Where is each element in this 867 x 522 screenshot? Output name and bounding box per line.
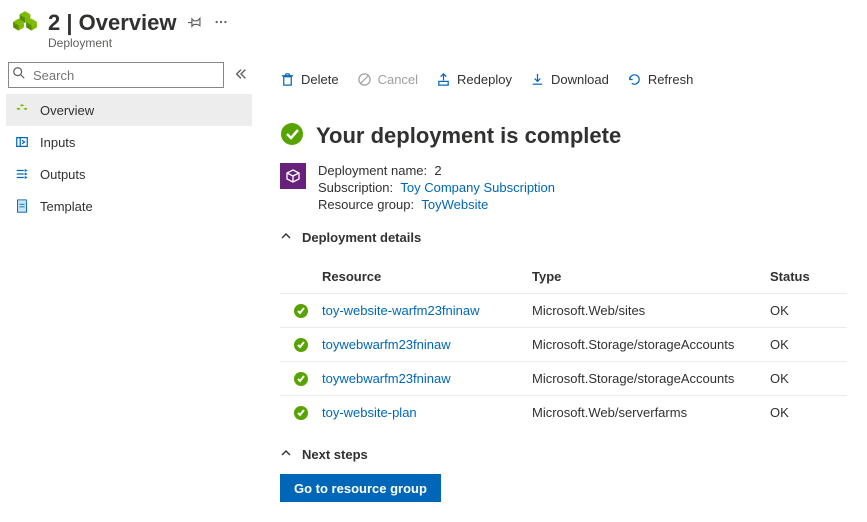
search-icon [12, 66, 26, 83]
delete-button[interactable]: Delete [280, 72, 339, 87]
cubes-icon [14, 103, 30, 117]
outputs-icon [14, 167, 30, 181]
redeploy-icon [436, 72, 451, 87]
sidebar-item-label: Outputs [40, 167, 86, 182]
toolbar: Delete Cancel Redeploy Download Refresh [280, 58, 847, 100]
deployment-details-toggle[interactable]: Deployment details [280, 230, 847, 245]
next-steps-section: Next steps Go to resource group [280, 447, 847, 502]
table-row: toywebwarfm23fninaw Microsoft.Storage/st… [280, 361, 847, 395]
sidebar: Overview Inputs Outputs Template [0, 54, 256, 522]
table-row: toywebwarfm23fninaw Microsoft.Storage/st… [280, 327, 847, 361]
status-text: Your deployment is complete [316, 123, 621, 149]
resource-link[interactable]: toy-website-plan [322, 405, 417, 420]
sidebar-item-label: Template [40, 199, 93, 214]
main-content: Delete Cancel Redeploy Download Refresh [256, 54, 867, 522]
col-header-resource: Resource [322, 269, 532, 284]
deployment-details-section: Deployment details Resource Type Status … [280, 230, 847, 429]
sidebar-item-outputs[interactable]: Outputs [6, 158, 252, 190]
deployment-meta: Deployment name: 2 Subscription: Toy Com… [280, 163, 847, 212]
page-title: 2 | Overview [48, 10, 176, 36]
resource-status: OK [770, 337, 830, 352]
resource-type: Microsoft.Web/sites [532, 303, 770, 318]
meta-deployment-name: Deployment name: 2 [318, 163, 555, 178]
row-success-icon [280, 303, 322, 319]
table-row: toy-website-plan Microsoft.Web/serverfar… [280, 395, 847, 429]
sidebar-item-label: Inputs [40, 135, 75, 150]
col-header-status: Status [770, 269, 830, 284]
table-row: toy-website-warfm23fninaw Microsoft.Web/… [280, 293, 847, 327]
redeploy-button[interactable]: Redeploy [436, 72, 512, 87]
sidebar-item-inputs[interactable]: Inputs [6, 126, 252, 158]
resource-type: Microsoft.Storage/storageAccounts [532, 371, 770, 386]
sidebar-item-overview[interactable]: Overview [6, 94, 252, 126]
chevron-up-icon [280, 230, 292, 245]
resource-link[interactable]: toy-website-warfm23fninaw [322, 303, 480, 318]
page-subtitle: Deployment [48, 36, 228, 50]
trash-icon [280, 72, 295, 87]
col-header-type: Type [532, 269, 770, 284]
resource-status: OK [770, 405, 830, 420]
row-success-icon [280, 371, 322, 387]
row-success-icon [280, 405, 322, 421]
collapse-sidebar-button[interactable] [232, 65, 250, 86]
search-input[interactable] [8, 62, 224, 88]
pin-icon[interactable] [188, 15, 202, 32]
resource-type: Microsoft.Storage/storageAccounts [532, 337, 770, 352]
deployment-cubes-icon [12, 10, 38, 39]
sidebar-item-label: Overview [40, 103, 94, 118]
resource-status: OK [770, 303, 830, 318]
resource-type-icon [280, 163, 306, 189]
resource-link[interactable]: toywebwarfm23fninaw [322, 337, 451, 352]
next-steps-toggle[interactable]: Next steps [280, 447, 847, 462]
page-header: 2 | Overview Deployment [0, 0, 867, 54]
chevron-up-icon [280, 447, 292, 462]
download-icon [530, 72, 545, 87]
meta-resource-group: Resource group: ToyWebsite [318, 197, 555, 212]
resource-group-link[interactable]: ToyWebsite [421, 197, 488, 212]
template-icon [14, 199, 30, 213]
status-headline: Your deployment is complete [280, 122, 847, 149]
inputs-icon [14, 135, 30, 149]
resource-link[interactable]: toywebwarfm23fninaw [322, 371, 451, 386]
success-check-icon [280, 122, 304, 149]
resource-type: Microsoft.Web/serverfarms [532, 405, 770, 420]
refresh-icon [627, 72, 642, 87]
go-to-resource-group-button[interactable]: Go to resource group [280, 474, 441, 502]
details-table: Resource Type Status toy-website-warfm23… [280, 259, 847, 429]
sidebar-item-template[interactable]: Template [6, 190, 252, 222]
row-success-icon [280, 337, 322, 353]
resource-status: OK [770, 371, 830, 386]
table-header: Resource Type Status [280, 259, 847, 293]
meta-subscription: Subscription: Toy Company Subscription [318, 180, 555, 195]
more-icon[interactable] [214, 15, 228, 32]
download-button[interactable]: Download [530, 72, 609, 87]
cancel-button: Cancel [357, 72, 418, 87]
refresh-button[interactable]: Refresh [627, 72, 694, 87]
cancel-icon [357, 72, 372, 87]
subscription-link[interactable]: Toy Company Subscription [400, 180, 555, 195]
search-field-wrap [8, 62, 224, 88]
